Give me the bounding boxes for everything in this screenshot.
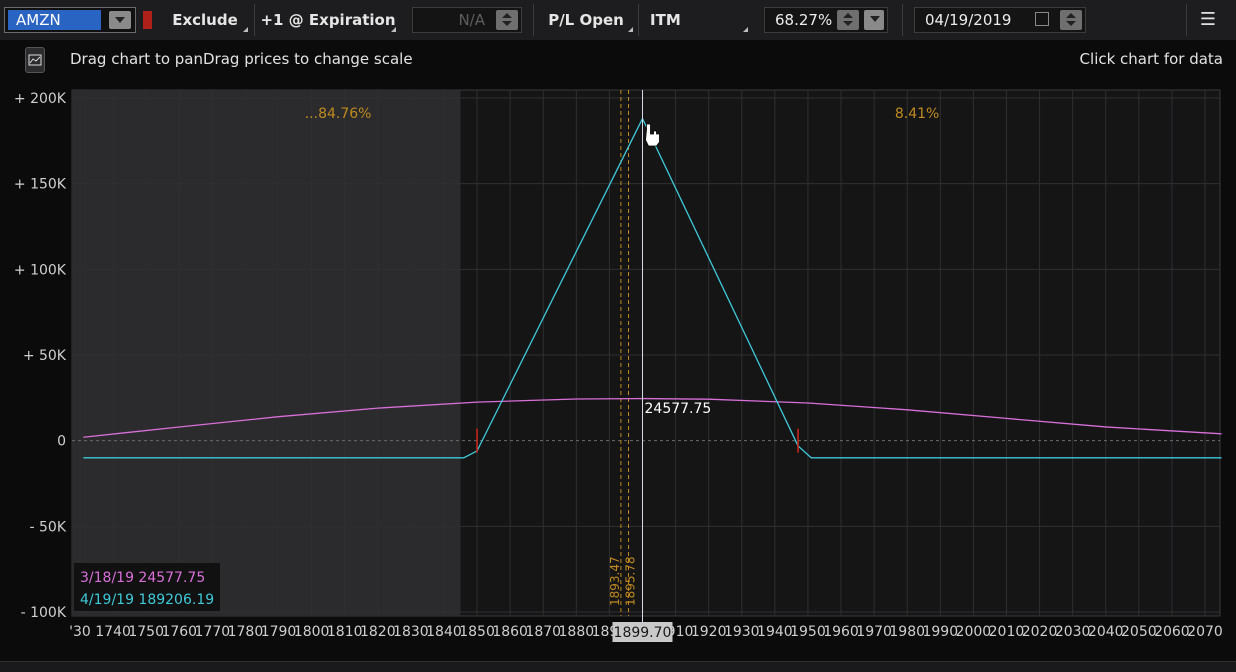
volatility-dropdown-icon[interactable]: [864, 10, 884, 30]
volatility-value: 68.27%: [775, 11, 833, 29]
drag-hint-text: Drag chart to panDrag prices to change s…: [70, 50, 413, 68]
y-tick-label: - 50K: [30, 519, 67, 535]
x-tick-label: 1870: [525, 624, 561, 640]
chart-glyph-icon: [28, 54, 42, 66]
x-tick-label: 1830: [393, 624, 429, 640]
hint-row: Drag chart to panDrag prices to change s…: [0, 40, 1236, 82]
x-tick-label: 1990: [922, 624, 958, 640]
y-tick-label: 0: [57, 434, 66, 450]
calendar-icon[interactable]: [1035, 12, 1049, 26]
x-tick-label: 2000: [956, 624, 992, 640]
list-menu-icon[interactable]: ☰: [1196, 7, 1220, 33]
cursor-value-label: 24577.75: [645, 401, 712, 417]
x-tick-label: 1860: [492, 624, 528, 640]
x-tick-label: 1970: [856, 624, 892, 640]
x-tick-label: 1740: [95, 624, 131, 640]
y-tick-label: - 100K: [21, 605, 67, 621]
x-tick-label: 1980: [889, 624, 925, 640]
x-tick-label: 1750: [128, 624, 164, 640]
risk-profile-chart[interactable]: + 200K+ 150K+ 100K+ 50K0- 50K- 100K'30 17…: [0, 82, 1236, 661]
probability-label: ...84.76%: [305, 106, 372, 122]
na-value: N/A: [458, 11, 485, 29]
probability-label: 8.41%: [895, 106, 939, 122]
bottom-status-strip: [0, 661, 1236, 672]
x-tick-label: 2070: [1187, 624, 1223, 640]
menu-corner-icon: [628, 27, 633, 32]
legend-entry: 3/18/19 24577.75: [80, 570, 205, 586]
x-tick-label: 1810: [327, 624, 363, 640]
itm-label: ITM: [650, 11, 681, 29]
alert-flag-icon[interactable]: [143, 11, 152, 29]
click-hint-text: Click chart for data: [1079, 50, 1223, 68]
x-tick-label: 1790: [261, 624, 297, 640]
x-tick-label: 1940: [757, 624, 793, 640]
x-tick-label: 1840: [426, 624, 462, 640]
y-tick-label: + 200K: [14, 91, 67, 107]
exclude-button[interactable]: Exclude: [160, 7, 250, 33]
x-tick-label: 2050: [1121, 624, 1157, 640]
x-tick-label: 1850: [459, 624, 495, 640]
symbol-dropdown-icon[interactable]: [109, 11, 131, 29]
y-tick-label: + 150K: [14, 177, 67, 193]
x-tick-label: 1770: [195, 624, 231, 640]
x-tick-label: '30: [69, 624, 91, 640]
menu-corner-icon: [391, 27, 396, 32]
divider: [533, 4, 534, 36]
na-spinner-icon[interactable]: [496, 10, 518, 30]
volatility-spinner-icon[interactable]: [837, 10, 859, 30]
x-tick-label: 1960: [823, 624, 859, 640]
menu-corner-icon: [743, 27, 748, 32]
na-field[interactable]: N/A: [412, 7, 522, 33]
date-field[interactable]: 04/19/2019: [914, 7, 1086, 33]
x-tick-label: 1760: [161, 624, 197, 640]
price-dashed-label: 1893.47: [608, 556, 622, 606]
divider: [902, 4, 903, 36]
x-tick-label: 1800: [294, 624, 330, 640]
volatility-field[interactable]: 68.27%: [764, 7, 888, 33]
divider: [254, 4, 255, 36]
menu-corner-icon: [243, 27, 248, 32]
expiration-label: +1 @ Expiration: [260, 11, 396, 29]
out-of-range-shade: [72, 90, 461, 616]
toolbar: AMZN Exclude +1 @ Expiration N/A P/L Ope…: [0, 0, 1236, 41]
symbol-input[interactable]: AMZN: [4, 7, 136, 33]
cursor-price-label: 1899.70: [614, 625, 672, 641]
symbol-value[interactable]: AMZN: [8, 10, 101, 30]
price-dashed-label: 1895.78: [624, 556, 638, 606]
date-spinner-icon[interactable]: [1060, 10, 1082, 30]
divider: [638, 4, 639, 36]
pl-open-button[interactable]: P/L Open: [537, 7, 635, 33]
x-tick-label: 1780: [228, 624, 264, 640]
expiration-button[interactable]: +1 @ Expiration: [258, 7, 398, 33]
x-tick-label: 1820: [360, 624, 396, 640]
chart-settings-icon[interactable]: [25, 47, 45, 73]
y-tick-label: + 50K: [23, 348, 67, 364]
legend-entry: 4/19/19 189206.19: [80, 592, 214, 608]
x-tick-label: 1950: [790, 624, 826, 640]
divider: [1186, 4, 1187, 36]
x-tick-label: 1920: [691, 624, 727, 640]
x-tick-label: 2020: [1022, 624, 1058, 640]
exclude-label: Exclude: [172, 11, 238, 29]
pl-open-label: P/L Open: [548, 11, 624, 29]
x-tick-label: 1930: [724, 624, 760, 640]
x-tick-label: 2010: [989, 624, 1025, 640]
x-tick-label: 1880: [559, 624, 595, 640]
x-tick-label: 2030: [1055, 624, 1091, 640]
y-tick-label: + 100K: [14, 262, 67, 278]
x-tick-label: 2060: [1154, 624, 1190, 640]
date-value: 04/19/2019: [925, 11, 1012, 29]
x-tick-label: 2040: [1088, 624, 1124, 640]
itm-button[interactable]: ITM: [642, 7, 750, 33]
